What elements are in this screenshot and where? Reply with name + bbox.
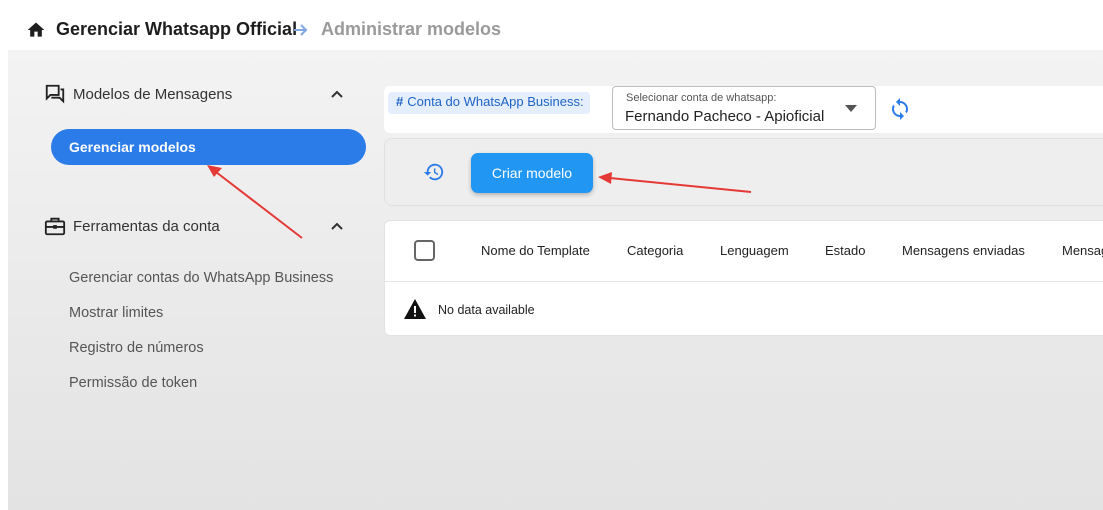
sidebar-group-ferramentas[interactable]: Ferramentas da conta	[44, 215, 354, 239]
sidebar-item-gerenciar-modelos[interactable]: Gerenciar modelos	[51, 129, 366, 165]
home-icon[interactable]	[26, 20, 46, 40]
chevron-up-icon[interactable]	[330, 219, 344, 233]
chevron-up-icon[interactable]	[330, 87, 344, 101]
toolbar-card: Criar modelo	[384, 138, 1103, 206]
create-template-button[interactable]: Criar modelo	[471, 153, 593, 193]
table-header-cell[interactable]: Nome do Template	[481, 243, 590, 258]
sidebar-item-registro-numeros[interactable]: Registro de números	[69, 340, 204, 356]
account-chip: # Conta do WhatsApp Business:	[388, 92, 590, 114]
table-header-cell[interactable]: Categoria	[627, 243, 683, 258]
account-select[interactable]: Selecionar conta de whatsapp: Fernando P…	[612, 86, 876, 130]
arrow-right-icon	[294, 24, 308, 36]
breadcrumb-current: Administrar modelos	[321, 19, 502, 39]
caret-down-icon	[845, 105, 857, 112]
history-icon[interactable]	[423, 161, 445, 183]
table-header-cell[interactable]: Mensagens enviadas	[902, 243, 1025, 258]
table-header-cell[interactable]: Lenguagem	[720, 243, 789, 258]
sidebar-group-modelos[interactable]: Modelos de Mensagens	[44, 83, 354, 107]
hash-icon: #	[396, 94, 404, 109]
sidebar-group-label: Ferramentas da conta	[73, 218, 220, 235]
select-all-checkbox[interactable]	[414, 240, 435, 261]
table-header-cell[interactable]: Estado	[825, 243, 865, 258]
empty-state: No data available	[385, 283, 1103, 335]
account-select-label: Selecionar conta de whatsapp:	[626, 92, 777, 104]
sidebar-group-label: Modelos de Mensagens	[73, 86, 233, 103]
chat-bubbles-icon	[45, 84, 65, 104]
account-chip-label: Conta do WhatsApp Business:	[407, 94, 584, 109]
table-header-cell[interactable]: Mensag	[1062, 243, 1103, 258]
account-select-value: Fernando Pacheco - Apioficial	[625, 108, 825, 125]
account-card: # Conta do WhatsApp Business: Selecionar …	[384, 86, 1103, 133]
sync-icon[interactable]	[888, 97, 912, 121]
sidebar-item-permissao-token[interactable]: Permissão de token	[69, 375, 197, 391]
sidebar-item-gerenciar-contas[interactable]: Gerenciar contas do WhatsApp Business	[69, 270, 333, 286]
breadcrumb: Gerenciar Whatsapp Official Administrar …	[0, 0, 1103, 50]
empty-state-text: No data available	[438, 303, 535, 317]
briefcase-icon	[44, 217, 66, 236]
table-header-row: Nome do Template Categoria Lenguagem Est…	[385, 221, 1103, 282]
sidebar-item-mostrar-limites[interactable]: Mostrar limites	[69, 305, 163, 321]
warning-icon	[404, 299, 426, 319]
templates-table: Nome do Template Categoria Lenguagem Est…	[384, 220, 1103, 336]
breadcrumb-root[interactable]: Gerenciar Whatsapp Official	[56, 19, 297, 40]
